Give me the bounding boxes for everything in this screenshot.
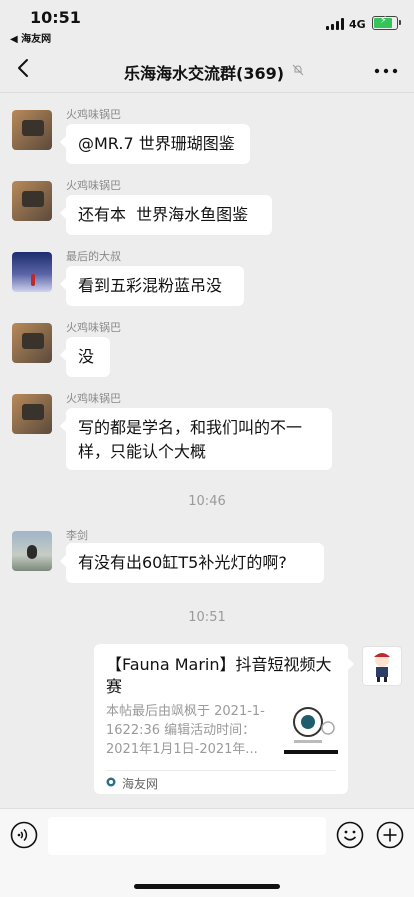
back-arrow-icon[interactable] — [12, 56, 36, 80]
sender-name: 最后的大叔 — [66, 250, 121, 263]
plus-icon[interactable] — [376, 821, 404, 849]
card-thumbnail — [284, 700, 338, 756]
cartoon-avatar-icon — [374, 653, 390, 682]
home-indicator — [134, 884, 280, 889]
card-description: 本帖最后由飒枫于 2021-1-1622:36 编辑活动时间：2021年1月1日… — [106, 704, 265, 757]
network-type: 4G — [349, 18, 366, 31]
avatar[interactable] — [12, 394, 52, 434]
message-bubble[interactable]: 看到五彩混粉蓝吊没 — [60, 266, 244, 306]
avatar[interactable] — [12, 110, 52, 150]
message-bubble[interactable]: 没 — [60, 337, 110, 377]
status-time: 10:51 — [30, 8, 81, 27]
back-to-app-link[interactable]: ◀ 海友网 — [10, 30, 51, 45]
sender-name: 火鸡味锅巴 — [66, 108, 121, 121]
input-bar — [0, 808, 414, 897]
mute-bell-icon — [292, 64, 304, 76]
avatar[interactable] — [12, 252, 52, 292]
sender-name: 火鸡味锅巴 — [66, 321, 121, 334]
message-input[interactable] — [48, 817, 326, 855]
source-name: 海友网 — [122, 777, 159, 791]
chat-title: 乐海海水交流群(369) — [124, 64, 285, 83]
timestamp: 10:51 — [188, 610, 226, 625]
voice-input-icon[interactable] — [10, 821, 38, 849]
timestamp: 10:46 — [188, 494, 226, 509]
card-source: 海友网 — [106, 770, 336, 791]
chat-header: 乐海海水交流群(369) — [0, 48, 414, 93]
avatar[interactable] — [12, 181, 52, 221]
sender-name: 李剑 — [66, 529, 88, 542]
message-bubble[interactable]: 写的都是学名，和我们叫的不一样，只能认个大概 — [60, 408, 332, 470]
more-options-icon[interactable] — [374, 68, 398, 74]
battery-icon: ⚡ — [372, 15, 401, 30]
source-icon — [106, 777, 116, 787]
emoji-icon[interactable] — [336, 821, 364, 849]
sender-name: 火鸡味锅巴 — [66, 392, 121, 405]
card-title: 【Fauna Marin】抖音短视频大赛 — [106, 655, 332, 696]
status-bar: 10:51 ◀ 海友网 4G ⚡ — [0, 0, 414, 48]
signal-icon — [326, 18, 346, 30]
message-bubble[interactable]: 还有本 世界海水鱼图鉴 — [60, 195, 272, 235]
avatar[interactable] — [12, 323, 52, 363]
message-bubble[interactable]: @MR.7 世界珊瑚图鉴 — [60, 124, 250, 164]
link-card[interactable]: 【Fauna Marin】抖音短视频大赛 本帖最后由飒枫于 2021-1-162… — [94, 644, 354, 794]
avatar[interactable] — [362, 646, 402, 686]
avatar[interactable] — [12, 531, 52, 571]
sender-name: 火鸡味锅巴 — [66, 179, 121, 192]
message-bubble[interactable]: 有没有出60缸T5补光灯的啊? — [60, 543, 324, 583]
